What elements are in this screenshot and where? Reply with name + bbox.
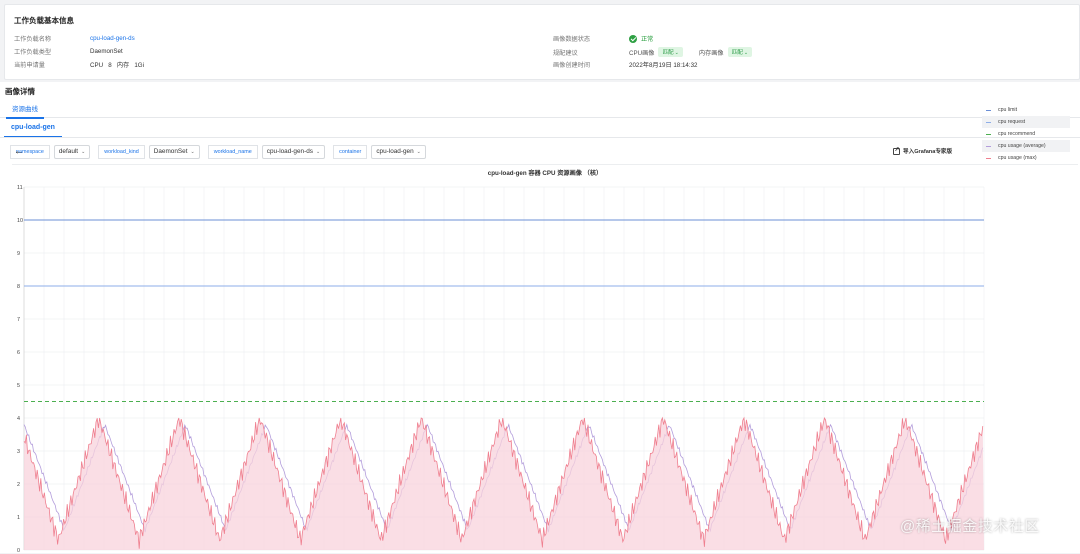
workload-name-select[interactable]: cpu-load-gen-ds ⌄	[261, 145, 326, 159]
cpu-profile-label: CPU画像	[629, 49, 655, 57]
workload-type-value: DaemonSet	[90, 48, 123, 55]
current-request-row: 当前申请量 CPU 8 内存 1Gi	[14, 60, 144, 69]
cpu-profile-tag[interactable]: 匹配⌄	[658, 47, 683, 57]
y-tick-label: 1	[17, 515, 20, 521]
y-tick-label: 3	[17, 449, 20, 455]
workload-type-row: 工作负载类型 DaemonSet	[14, 47, 123, 56]
tab-container-cpu-load-gen[interactable]: cpu-load-gen	[4, 120, 62, 138]
legend-label: cpu usage (average)	[998, 143, 1046, 149]
legend-swatch	[986, 145, 991, 147]
workload-name-row: 工作负载名称 cpu-load-gen-ds	[14, 34, 135, 43]
workload-kind-label: workload_kind	[98, 145, 145, 159]
chevron-down-icon: ⌄	[416, 149, 421, 155]
created-time-value: 2022年8月19日 18:14:32	[629, 62, 698, 69]
y-tick-label: 7	[17, 317, 20, 323]
export-grafana-button[interactable]: 导入Grafana专家版	[893, 146, 953, 155]
chevron-down-icon: ⌄	[743, 50, 749, 56]
profile-status-key: 画像数据状态	[553, 36, 591, 43]
legend-label: cpu limit	[998, 107, 1018, 113]
current-request-value: CPU 8 内存 1Gi	[90, 62, 144, 69]
profile-status-value: 正常	[641, 36, 654, 43]
tab-bar: 资源曲线	[0, 100, 1080, 119]
series-cpu-usage-max-area	[24, 418, 984, 550]
profile-status-row: 画像数据状态 正常	[553, 34, 653, 43]
created-time-key: 画像创建时间	[553, 62, 591, 69]
legend-swatch	[986, 109, 991, 111]
chevron-down-icon: ⌄	[190, 149, 195, 155]
legend-label: cpu usage (max)	[998, 155, 1037, 161]
workload-name-label: workload_name	[207, 145, 258, 159]
chevron-down-icon: ⌄	[81, 149, 86, 155]
current-request-key: 当前申请量	[14, 62, 45, 69]
y-tick-label: 6	[17, 350, 20, 356]
info-card-title: 工作负载基本信息	[14, 16, 74, 25]
legend-swatch	[986, 121, 991, 123]
chart-svg: 0 1 2 3 4 5 6 7 8 9 10 11	[17, 185, 985, 554]
legend-item[interactable]: cpu request	[982, 116, 1070, 128]
created-time-row: 画像创建时间 2022年8月19日 18:14:32	[553, 60, 697, 69]
legend-label: cpu recommend	[998, 131, 1036, 137]
legend-swatch	[986, 157, 991, 159]
external-link-icon	[893, 146, 900, 155]
tab-resource-curve[interactable]: 资源曲线	[6, 103, 44, 119]
filter-bar: namespace default ⌄ workload_kind DaemonS…	[10, 145, 430, 159]
suggestion-row: 规配建议 CPU画像 匹配⌄ 内存画像 匹配⌄	[553, 47, 753, 57]
export-grafana-label: 导入Grafana专家版	[903, 149, 953, 155]
workload-name-value: cpu-load-gen-ds	[266, 148, 313, 155]
cpu-profile-tag-text: 匹配	[662, 50, 674, 56]
memory-profile-label: 内存画像	[698, 49, 724, 57]
namespace-value: default	[58, 148, 79, 155]
suggestion-key: 规配建议	[553, 49, 578, 57]
profile-detail-section: 画像详情 资源曲线 cpu-load-gen namespace default…	[0, 82, 1080, 554]
section-title: 画像详情	[5, 87, 35, 96]
workload-name-link[interactable]: cpu-load-gen-ds	[90, 35, 135, 42]
workload-info-card: 工作负载基本信息 工作负载名称 cpu-load-gen-ds 工作负载类型 D…	[4, 4, 1080, 80]
legend-item[interactable]: cpu usage (average)	[982, 140, 1070, 152]
legend-swatch	[986, 133, 991, 135]
y-tick-label: 4	[17, 416, 20, 422]
y-tick-label: 0	[17, 548, 20, 554]
cpu-profile-chart: cpu-load-gen 容器 CPU 资源画像 （核） 01234567891…	[12, 164, 1078, 554]
workload-type-key: 工作负载类型	[14, 49, 52, 56]
y-tick-label: 11	[17, 185, 23, 191]
workload-kind-select[interactable]: DaemonSet ⌄	[148, 145, 200, 159]
memory-profile-tag-text: 匹配	[731, 50, 743, 56]
legend-label: cpu request	[998, 119, 1026, 125]
workload-kind-value: DaemonSet	[153, 148, 188, 155]
namespace-select[interactable]: default ⌄	[53, 145, 91, 159]
back-arrow-icon[interactable]: ←	[14, 147, 24, 157]
y-tick-label: 10	[17, 218, 23, 224]
y-tick-label: 8	[17, 284, 20, 290]
memory-profile-tag[interactable]: 匹配⌄	[727, 47, 753, 57]
chart-legend: cpu limit cpu request cpu recommend cpu usa…	[982, 104, 1070, 164]
y-tick-label: 2	[17, 482, 20, 488]
workload-name-key: 工作负载名称	[14, 36, 52, 43]
chevron-down-icon: ⌄	[315, 149, 321, 155]
container-value: cpu-load-gen	[376, 148, 414, 155]
legend-item[interactable]: cpu limit	[982, 104, 1070, 116]
container-select[interactable]: cpu-load-gen ⌄	[371, 145, 426, 159]
legend-item[interactable]: cpu recommend	[982, 128, 1070, 140]
container-label: container	[333, 145, 368, 159]
y-tick-label: 9	[17, 251, 20, 257]
y-tick-label: 5	[17, 383, 20, 389]
legend-item[interactable]: cpu usage (max)	[982, 152, 1070, 164]
subtab-divider	[0, 137, 1080, 138]
check-circle-icon	[629, 34, 637, 43]
chevron-down-icon: ⌄	[674, 50, 679, 56]
watermark: @稀土掘金技术社区	[900, 518, 1040, 535]
